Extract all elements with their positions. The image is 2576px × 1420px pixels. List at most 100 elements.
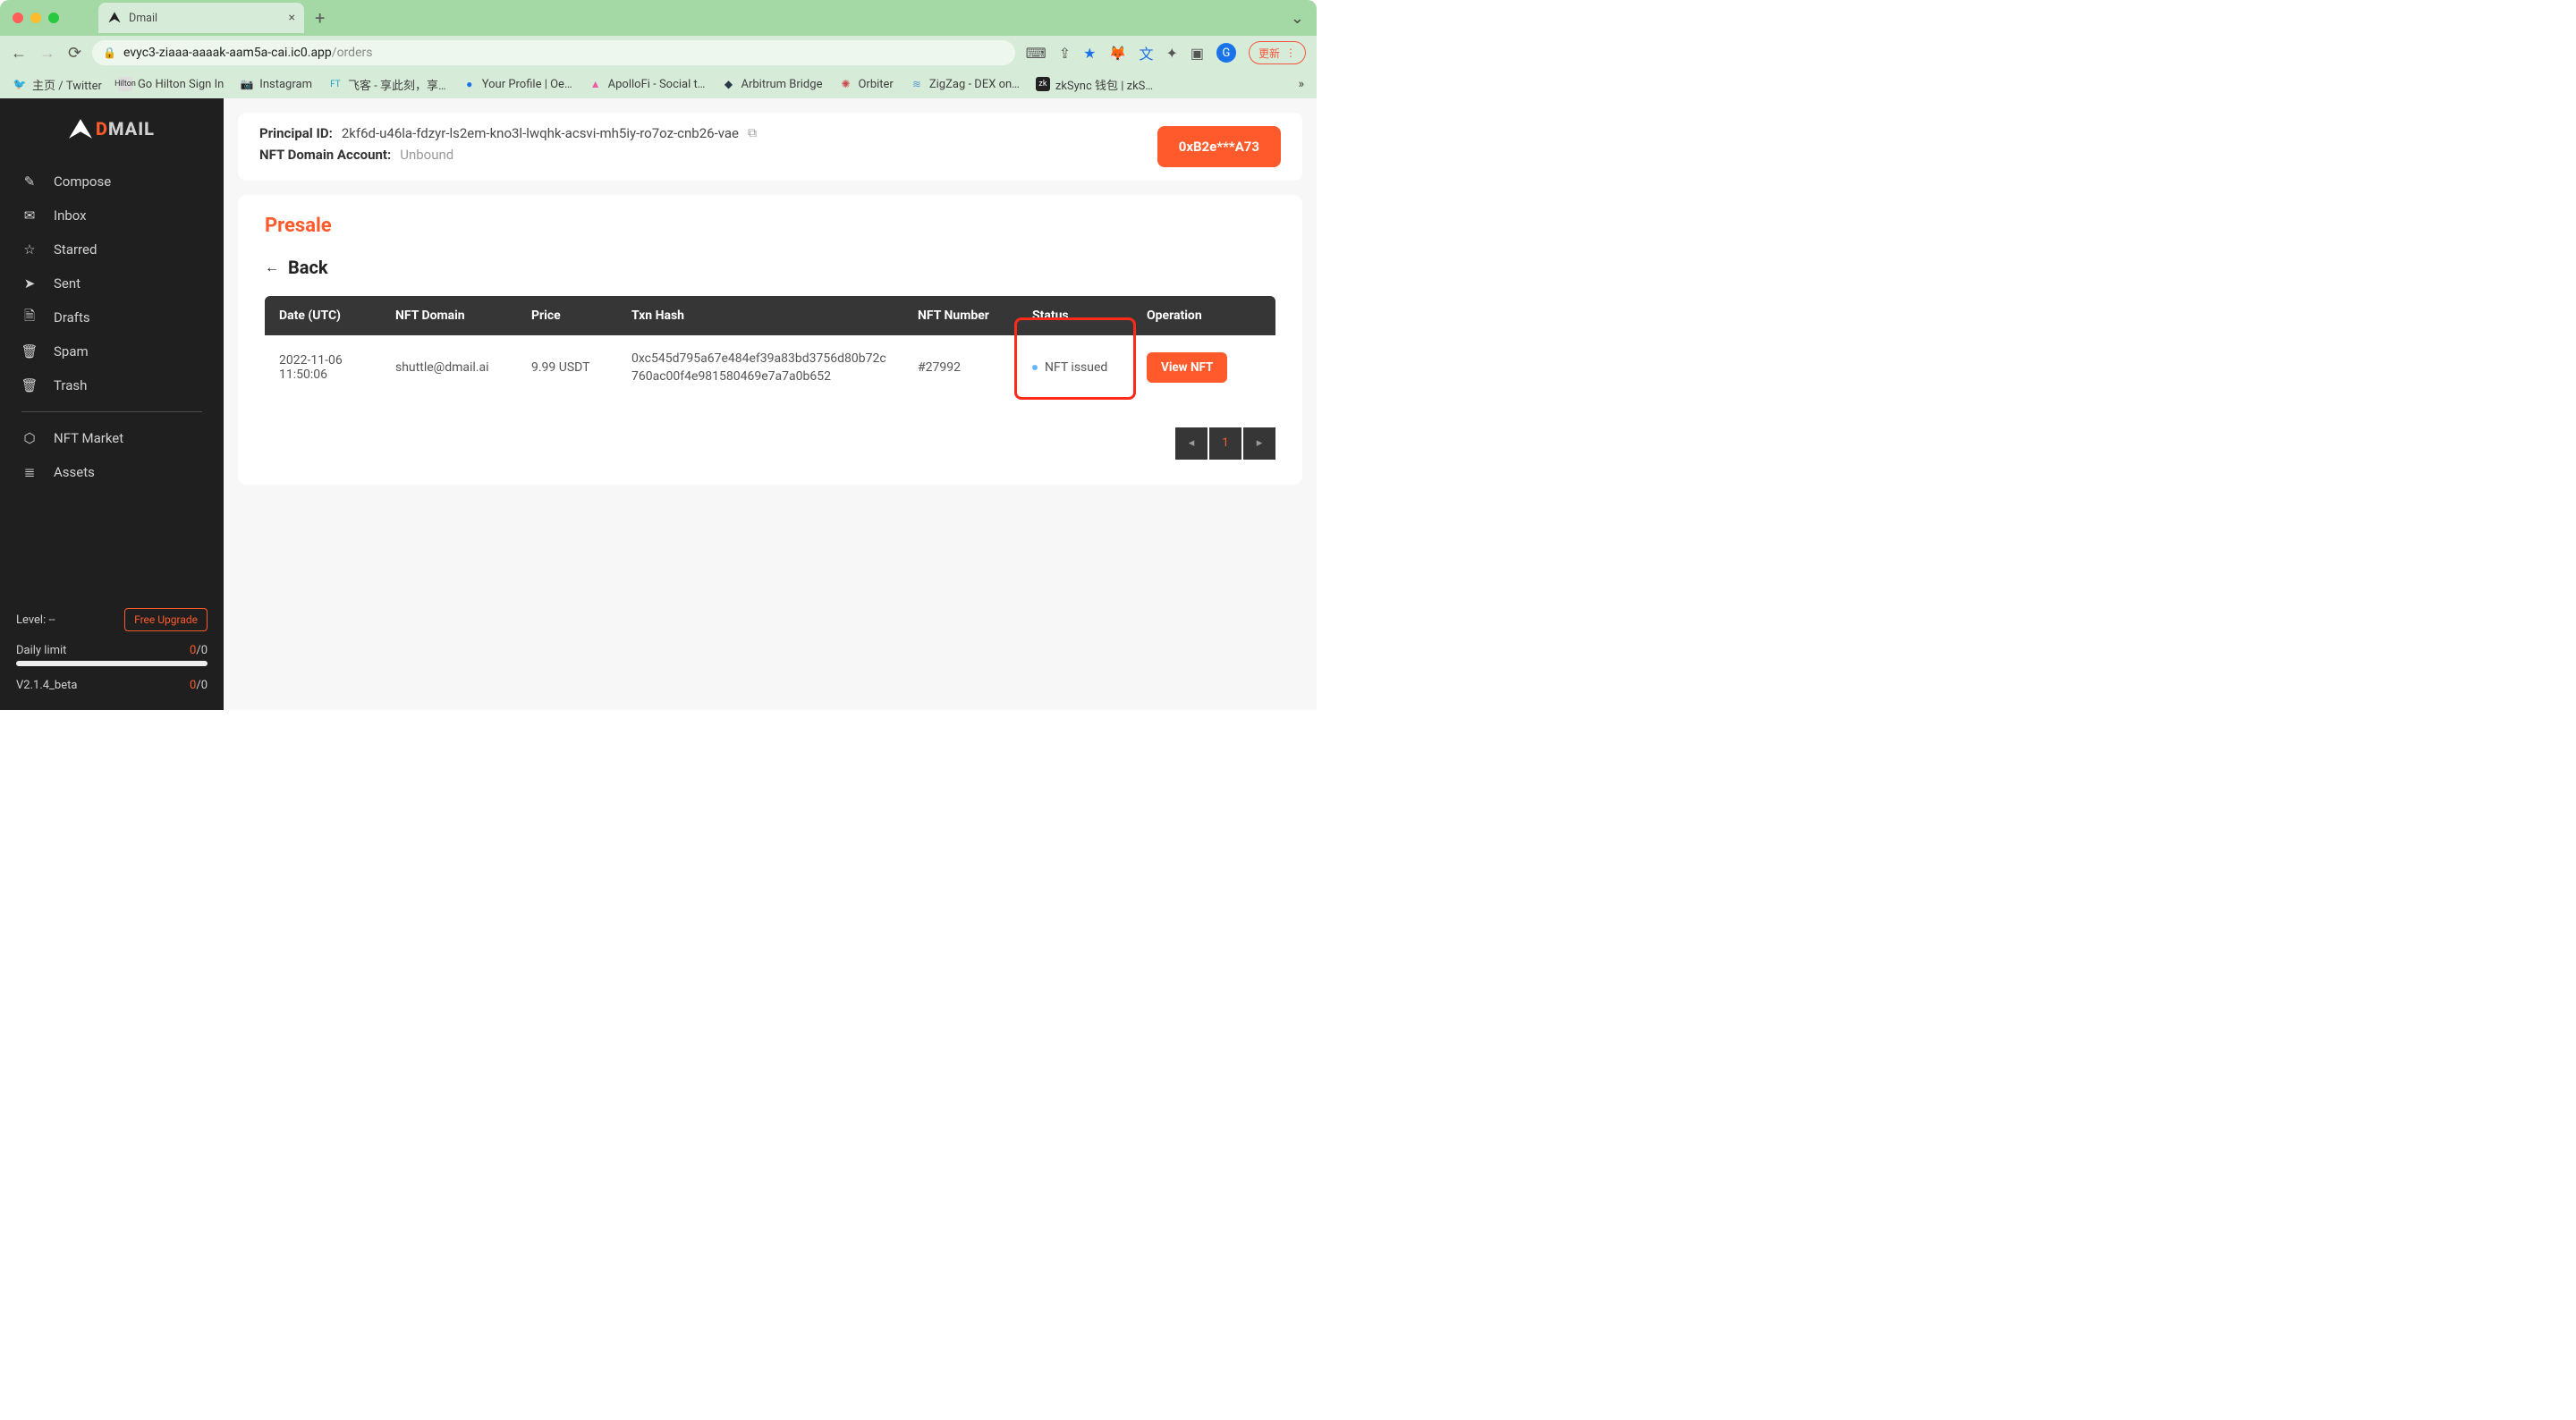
tab-title: Dmail xyxy=(129,12,282,25)
pagination-prev[interactable]: ◂ xyxy=(1175,427,1208,460)
view-nft-button[interactable]: View NFT xyxy=(1147,352,1227,383)
bookmark-item[interactable]: HiltonGo Hilton Sign In xyxy=(118,77,224,91)
apollofi-icon: ▲ xyxy=(589,77,603,91)
spam-icon: 🗑 xyxy=(21,343,38,359)
bookmark-item[interactable]: 📷Instagram xyxy=(240,77,312,91)
instagram-icon: 📷 xyxy=(240,77,254,91)
daily-limit-value: 0/0 xyxy=(190,644,208,657)
bookmark-star-icon[interactable]: ★ xyxy=(1083,45,1096,62)
bookmark-item[interactable]: ✺Orbiter xyxy=(838,77,893,91)
zigzag-icon: ≋ xyxy=(910,77,924,91)
bookmark-item[interactable]: FT飞客 - 享此刻，享… xyxy=(328,76,446,93)
status-dot-icon xyxy=(1032,365,1038,370)
zksync-icon: zk xyxy=(1036,77,1050,91)
bookmarks-overflow-icon[interactable]: » xyxy=(1298,77,1304,91)
chevron-down-icon[interactable]: ⌄ xyxy=(1291,9,1304,28)
update-button[interactable]: 更新 ⋮ xyxy=(1249,41,1306,64)
bookmark-item[interactable]: zkzkSync 钱包 | zkS… xyxy=(1036,76,1153,93)
presale-card: Presale ← Back Date (UTC) NFT Domain Pri… xyxy=(238,195,1302,485)
sidebar-item-spam[interactable]: 🗑Spam xyxy=(21,334,202,368)
logo-icon xyxy=(69,119,92,139)
metamask-icon[interactable]: 🦊 xyxy=(1109,45,1127,62)
share-icon[interactable]: ⇪ xyxy=(1059,45,1071,62)
browser-tab[interactable]: Dmail × xyxy=(98,3,304,33)
sidebar-item-starred[interactable]: ☆Starred xyxy=(21,232,202,266)
sidebar-item-drafts[interactable]: 🗎Drafts xyxy=(21,300,202,334)
inbox-icon: ✉ xyxy=(21,207,38,224)
copy-icon[interactable]: ⧉ xyxy=(748,126,757,140)
table-row: 2022-11-06 11:50:06 shuttle@dmail.ai 9.9… xyxy=(265,335,1275,401)
principal-id-value: 2kf6d-u46la-fdzyr-ls2em-kno3l-lwqhk-acsv… xyxy=(342,125,739,141)
twitter-icon: 🐦 xyxy=(13,77,27,91)
profile-icon: ● xyxy=(462,77,477,91)
daily-limit-bar xyxy=(16,661,208,666)
assets-icon: ≣ xyxy=(21,464,38,480)
pagination-next[interactable]: ▸ xyxy=(1243,427,1275,460)
principal-id-label: Principal ID: xyxy=(259,125,333,141)
back-icon[interactable]: ← xyxy=(11,44,27,63)
sidebar-item-assets[interactable]: ≣Assets xyxy=(21,455,202,489)
drafts-icon: 🗎 xyxy=(21,309,38,325)
divider xyxy=(21,411,202,412)
forward-icon: → xyxy=(39,44,55,63)
account-header-card: Principal ID: 2kf6d-u46la-fdzyr-ls2em-kn… xyxy=(238,113,1302,181)
level-label: Level: -- xyxy=(16,613,55,627)
cell-domain: shuttle@dmail.ai xyxy=(381,360,517,375)
window-maximize[interactable] xyxy=(48,13,59,23)
sidebar-item-inbox[interactable]: ✉Inbox xyxy=(21,199,202,232)
pagination: ◂ 1 ▸ xyxy=(265,427,1275,460)
compose-icon: ✎ xyxy=(21,173,38,190)
bookmark-item[interactable]: ▲ApolloFi - Social t… xyxy=(589,77,706,91)
sent-icon: ➤ xyxy=(21,275,38,292)
version-value: 0/0 xyxy=(190,679,208,692)
address-bar[interactable]: 🔒 evyc3-ziaaa-aaaak-aam5a-cai.ic0.app/or… xyxy=(92,40,1015,65)
cell-number: #27992 xyxy=(903,360,1018,375)
back-button[interactable]: ← Back xyxy=(265,257,1275,278)
free-upgrade-button[interactable]: Free Upgrade xyxy=(124,608,208,631)
presale-title: Presale xyxy=(265,215,1275,237)
url-host: evyc3-ziaaa-aaaak-aam5a-cai.ic0.app xyxy=(123,46,332,60)
ft-icon: FT xyxy=(328,77,343,91)
window-close[interactable] xyxy=(13,13,23,23)
nft-domain-account-value: Unbound xyxy=(400,147,453,163)
sidebar-item-nft-market[interactable]: ⬡NFT Market xyxy=(21,421,202,455)
wallet-address-button[interactable]: 0xB2e***A73 xyxy=(1157,126,1281,167)
star-icon: ☆ xyxy=(21,241,38,258)
orbiter-icon: ✺ xyxy=(838,77,852,91)
col-hash: Txn Hash xyxy=(617,307,903,325)
daily-limit-label: Daily limit xyxy=(16,644,66,657)
extensions-icon[interactable]: ✦ xyxy=(1165,45,1177,62)
reload-icon[interactable]: ⟳ xyxy=(68,44,81,63)
col-price: Price xyxy=(517,309,617,323)
trash-icon: 🗑 xyxy=(21,377,38,393)
sidebar-item-trash[interactable]: 🗑Trash xyxy=(21,368,202,402)
sidebar-item-compose[interactable]: ✎Compose xyxy=(21,165,202,199)
col-date: Date (UTC) xyxy=(265,309,381,323)
sidebar-item-sent[interactable]: ➤Sent xyxy=(21,266,202,300)
gtranslate-icon[interactable]: 文 xyxy=(1139,42,1153,63)
bookmark-item[interactable]: 🐦主页 / Twitter xyxy=(13,76,102,93)
pagination-page[interactable]: 1 xyxy=(1209,427,1241,460)
app-logo: DMAIL xyxy=(0,118,224,139)
window-minimize[interactable] xyxy=(30,13,41,23)
col-number: NFT Number xyxy=(903,309,1018,323)
bookmarks-bar: 🐦主页 / Twitter HiltonGo Hilton Sign In 📷I… xyxy=(0,70,1317,98)
panel-icon[interactable]: ▣ xyxy=(1191,45,1204,62)
cell-date: 2022-11-06 11:50:06 xyxy=(265,353,381,382)
new-tab-button[interactable]: + xyxy=(315,7,325,29)
sidebar: DMAIL ✎Compose ✉Inbox ☆Starred ➤Sent 🗎Dr… xyxy=(0,98,224,710)
bookmark-item[interactable]: ◆Arbitrum Bridge xyxy=(721,77,822,91)
nft-icon: ⬡ xyxy=(21,430,38,446)
bookmark-item[interactable]: ≋ZigZag - DEX on… xyxy=(910,77,1020,91)
table-header: Date (UTC) NFT Domain Price Txn Hash NFT… xyxy=(265,296,1275,335)
profile-avatar[interactable]: G xyxy=(1216,43,1236,63)
url-path: /orders xyxy=(332,46,373,60)
kebab-icon: ⋮ xyxy=(1285,46,1296,59)
translate-icon[interactable]: ⌨ xyxy=(1026,45,1046,62)
col-operation: Operation xyxy=(1132,309,1258,323)
tab-close-icon[interactable]: × xyxy=(289,11,295,25)
col-status: Status xyxy=(1018,309,1132,323)
tab-favicon xyxy=(107,11,122,25)
bookmark-item[interactable]: ●Your Profile | Oe… xyxy=(462,77,572,91)
col-domain: NFT Domain xyxy=(381,309,517,323)
